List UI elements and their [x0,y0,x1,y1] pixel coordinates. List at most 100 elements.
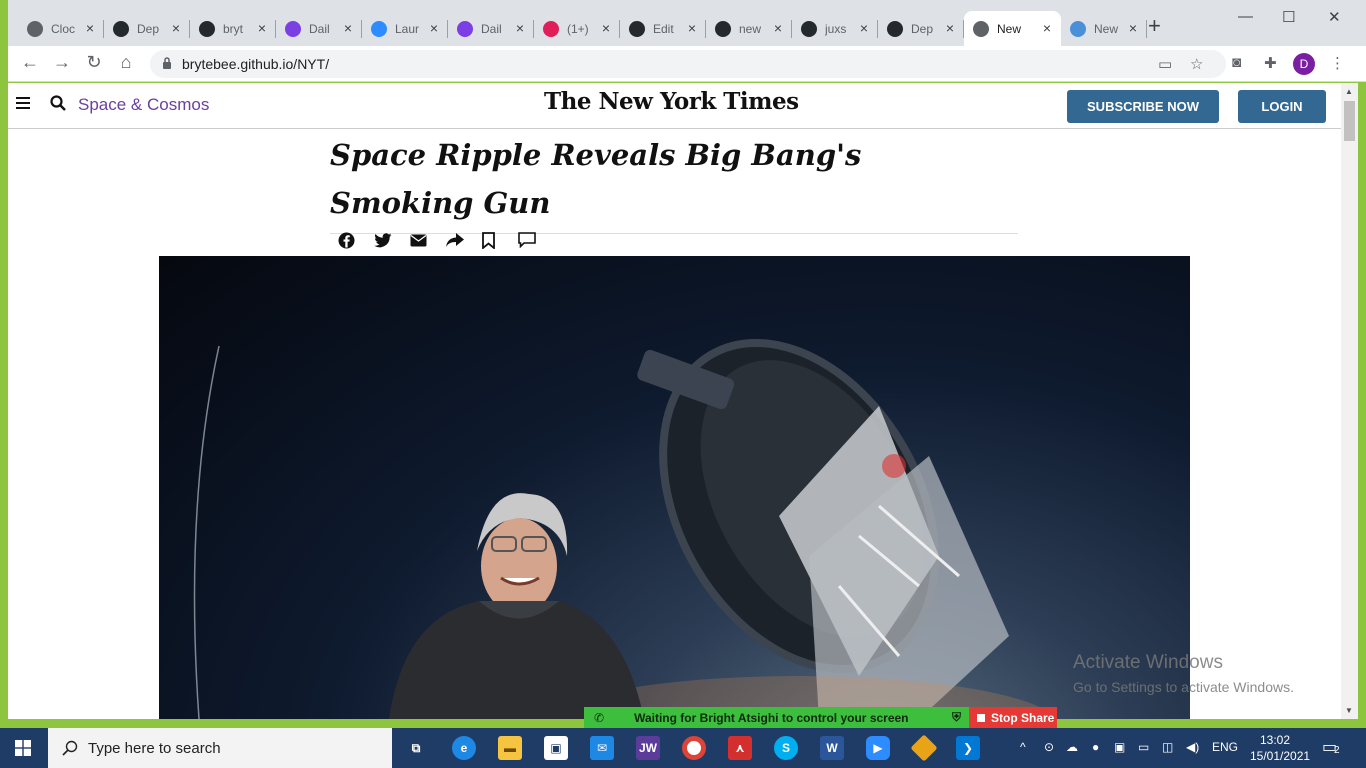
scrollbar-thumb[interactable] [1344,101,1355,141]
skype-icon[interactable]: S [774,736,798,760]
close-tab-icon[interactable]: × [516,20,524,36]
headline-line: Smoking Gun [330,186,551,220]
tab-title: Dep [137,21,160,36]
browser-tab[interactable]: Laur × [362,11,448,46]
search-icon [62,740,78,756]
acrobat-icon[interactable]: ⋏ [728,736,752,760]
browser-tab[interactable]: Edit × [620,11,706,46]
battery-icon[interactable]: ▭ [1138,740,1149,754]
email-icon[interactable] [410,231,446,249]
profile-avatar[interactable]: D [1293,53,1315,75]
globe-icon [973,20,989,37]
masthead-logo[interactable]: The New York Times [544,88,799,115]
forward-arrow-icon[interactable]: → [50,52,74,73]
chrome-icon[interactable] [682,736,706,760]
word-icon[interactable]: W [820,736,844,760]
section-link[interactable]: Space & Cosmos [78,95,209,115]
close-tab-icon[interactable]: × [430,20,438,36]
maximize-button[interactable]: ☐ [1282,8,1295,26]
file-explorer-icon[interactable]: ▬ [498,736,522,760]
system-clock[interactable]: 13:02 15/01/2021 [1250,732,1310,764]
share-toolbar [338,231,554,249]
tab-title: New [997,21,1022,36]
home-icon[interactable]: ⌂ [114,52,138,73]
browser-tab[interactable]: New × [964,11,1061,46]
comment-icon[interactable] [518,231,554,249]
reload-icon[interactable]: ↻ [82,52,106,73]
minimize-button[interactable]: — [1238,8,1253,25]
tray-update-icon[interactable]: ▣ [1114,740,1125,754]
close-tab-icon[interactable]: × [774,20,782,36]
close-tab-icon[interactable]: × [946,20,954,36]
tab-title: new [739,21,762,36]
back-arrow-icon[interactable]: ← [18,52,42,73]
tab-title: Dail [309,21,330,36]
browser-tab[interactable]: (1+) × [534,11,620,46]
windows-start-icon[interactable] [15,740,31,756]
task-view-icon[interactable]: ⧉ [404,736,428,760]
login-button[interactable]: LOGIN [1238,90,1326,123]
tab-title: Edit [653,21,674,36]
notification-center[interactable]: ▭ 2 [1322,737,1344,757]
mail-icon[interactable]: ✉ [590,736,614,760]
browser-tab[interactable]: juxs × [792,11,878,46]
new-tab-button[interactable]: + [1148,15,1161,37]
scroll-up-arrow-icon[interactable]: ▲ [1345,87,1353,96]
browser-tab[interactable]: Dail × [448,11,534,46]
stop-square-icon [977,713,985,722]
extension-icon[interactable]: ◙ [1232,54,1241,71]
close-tab-icon[interactable]: × [172,20,180,36]
extensions-puzzle-icon[interactable]: ✚ [1264,54,1277,72]
tab-title: Cloc [51,21,76,36]
network-icon[interactable]: ◫ [1162,740,1173,754]
tray-app-icon[interactable]: ⊙ [1044,740,1054,754]
taskbar-search-placeholder[interactable]: Type here to search [88,740,221,757]
vscode-icon[interactable]: ❯ [956,736,980,760]
hamburger-menu-icon[interactable] [16,97,30,109]
taskbar-search-box[interactable]: Type here to search [48,728,392,768]
github-icon [801,20,817,37]
share-arrow-icon[interactable] [446,231,482,249]
browser-tab[interactable]: New × [1061,11,1147,46]
browser-tab[interactable]: Dep × [878,11,964,46]
stop-share-button[interactable]: Stop Share [969,707,1057,728]
store-icon[interactable]: ▣ [544,736,568,760]
git-kraken-icon[interactable] [910,734,938,762]
close-tab-icon[interactable]: × [860,20,868,36]
browser-tab[interactable]: bryt × [190,11,276,46]
close-tab-icon[interactable]: × [344,20,352,36]
facebook-icon[interactable] [338,231,374,249]
onedrive-icon[interactable]: ☁ [1066,740,1078,754]
bookmark-icon[interactable] [482,231,518,249]
jw-app-icon[interactable]: JW [636,736,660,760]
language-indicator[interactable]: ENG [1212,740,1238,754]
bookmark-star-icon[interactable]: ☆ [1190,55,1203,73]
close-tab-icon[interactable]: × [1129,20,1137,36]
search-icon[interactable] [50,95,66,111]
twitter-icon[interactable] [374,231,410,249]
github-icon [887,20,903,37]
close-tab-icon[interactable]: × [688,20,696,36]
volume-icon[interactable]: ◀) [1186,740,1199,754]
menu-kebab-icon[interactable]: ⋮ [1330,54,1345,72]
browser-tab[interactable]: new × [706,11,792,46]
close-tab-icon[interactable]: × [258,20,266,36]
zoom-icon[interactable]: ▶ [866,736,890,760]
scroll-down-arrow-icon[interactable]: ▼ [1345,706,1353,715]
subscribe-button[interactable]: SUBSCRIBE NOW [1067,90,1219,123]
tray-chevron-icon[interactable]: ^ [1020,740,1026,754]
close-window-button[interactable]: ✕ [1328,8,1341,26]
browser-tab[interactable]: Cloc × [18,11,104,46]
cast-icon[interactable]: ▭ [1158,55,1172,73]
microphone-icon[interactable]: ● [1092,740,1099,754]
browser-tab[interactable]: Dep × [104,11,190,46]
close-tab-icon[interactable]: × [1043,20,1051,36]
slack-icon [543,20,559,37]
close-tab-icon[interactable]: × [86,20,94,36]
url-text[interactable]: brytebee.github.io/NYT/ [182,56,329,72]
page-scrollbar[interactable]: ▲ ▼ [1341,83,1358,719]
edge-icon[interactable]: e [452,736,476,760]
close-tab-icon[interactable]: × [602,20,610,36]
browser-tab[interactable]: Dail × [276,11,362,46]
address-bar[interactable]: brytebee.github.io/NYT/ ▭ ☆ [150,50,1226,78]
